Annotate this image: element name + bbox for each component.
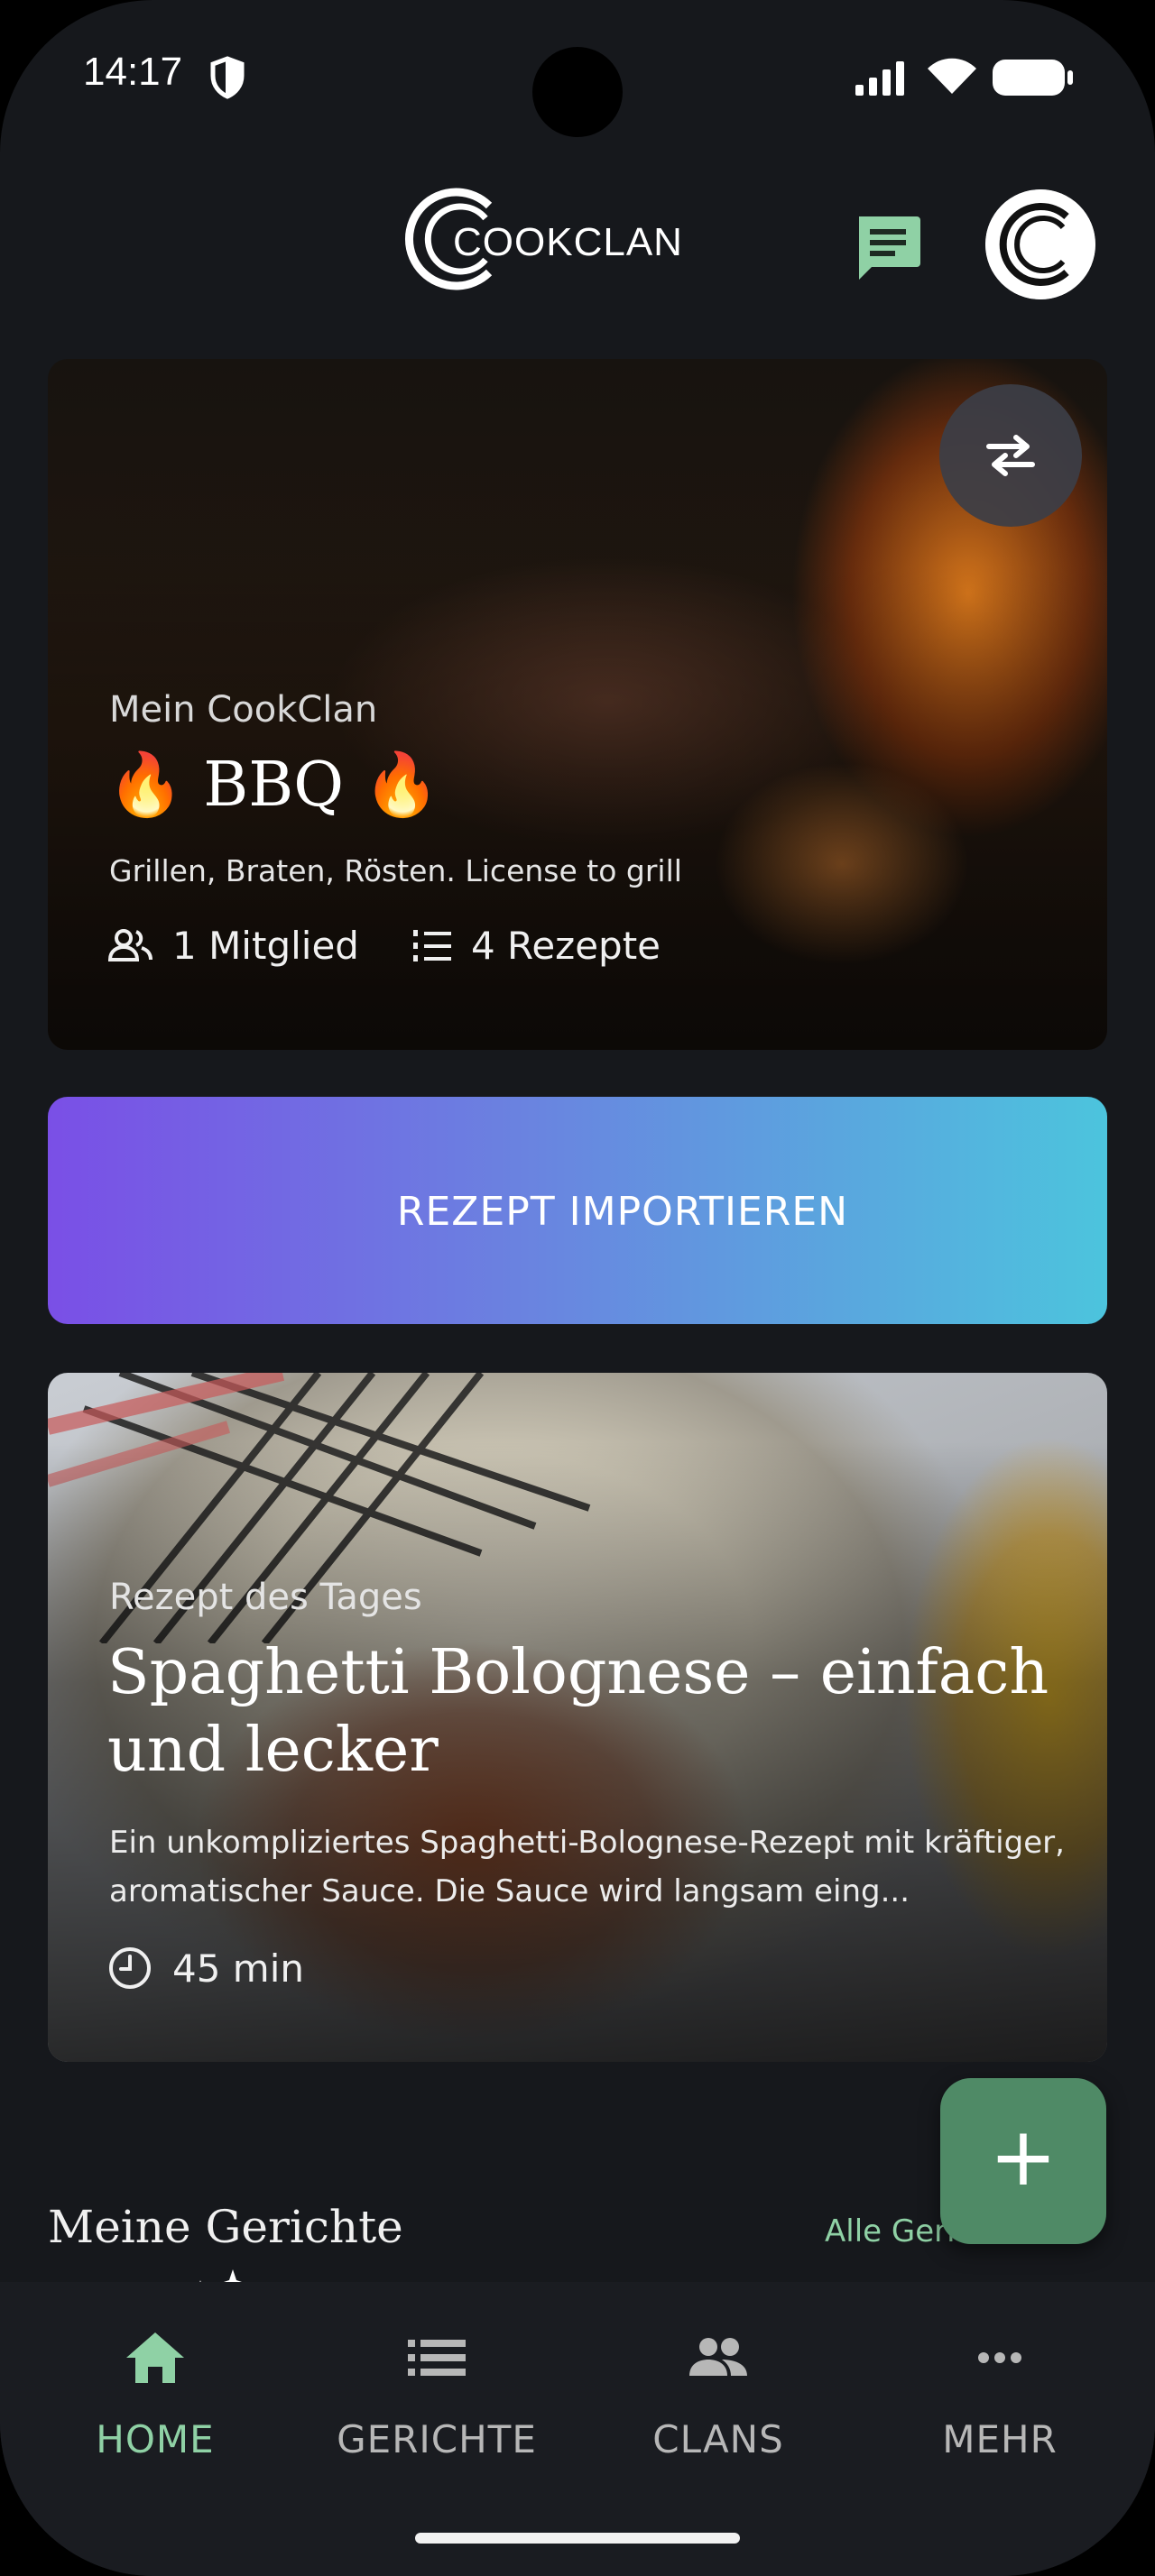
clan-members-label: 1 Mitglied: [172, 923, 359, 968]
switch-clan-button[interactable]: [939, 384, 1082, 527]
add-fab-button[interactable]: +: [940, 2078, 1106, 2244]
nav-label-clans: CLANS: [652, 2417, 784, 2461]
user-avatar[interactable]: [985, 189, 1095, 299]
clan-description: Grillen, Braten, Rösten. License to gril…: [109, 853, 682, 888]
phone-screen: 14:17 COOKCLAN Mein CookClan 🔥 BBQ 🔥 Gri…: [0, 0, 1155, 2576]
nav-label-home: HOME: [96, 2417, 215, 2461]
recipe-title: Spaghetti Bolognese – einfach und lecker: [107, 1637, 1049, 1786]
import-recipe-button[interactable]: REZEPT IMPORTIEREN: [48, 1097, 1107, 2345]
clan-card[interactable]: Mein CookClan 🔥 BBQ 🔥 Grillen, Braten, R…: [48, 359, 1107, 1050]
nav-label-mehr: MEHR: [942, 2417, 1058, 2461]
wifi-icon: [928, 58, 976, 94]
clan-members: 1 Mitglied: [107, 924, 359, 968]
clan-meta: 1 Mitglied 4 Rezepte: [107, 918, 713, 972]
members-icon: [107, 929, 152, 961]
camera-cutout: [532, 47, 623, 137]
nav-item-home[interactable]: HOME: [38, 2329, 273, 2482]
swap-arrows-icon: [986, 435, 1035, 476]
more-horizontal-icon: [978, 2352, 1021, 2363]
brand-name: COOKCLAN: [453, 220, 683, 264]
status-time: 14:17: [83, 50, 183, 94]
signal-icon: [855, 61, 904, 96]
home-indicator[interactable]: [415, 2533, 740, 2544]
clan-overline: Mein CookClan: [109, 689, 378, 731]
section-title: Meine Gerichte: [48, 2201, 403, 2253]
battery-icon: [993, 60, 1073, 96]
recipe-of-day-card[interactable]: Rezept des Tages Spaghetti Bolognese – e…: [48, 1373, 1107, 2062]
numbered-list-icon: [412, 930, 451, 961]
brand-logo[interactable]: COOKCLAN: [401, 180, 682, 298]
status-bar: 14:17: [0, 0, 1155, 162]
shield-icon: [210, 56, 245, 99]
clock-icon: [109, 1947, 151, 1989]
chat-icon[interactable]: [852, 211, 924, 283]
recipe-time: 45 min: [107, 1941, 304, 1995]
recipe-description: Ein unkompliziertes Spaghetti-Bolognese-…: [109, 1825, 1065, 1909]
nav-item-clans[interactable]: CLANS: [601, 2329, 836, 2482]
import-recipe-label: REZEPT IMPORTIEREN: [396, 1189, 849, 1235]
avatar-logo-icon: [985, 189, 1095, 299]
clan-recipes: 4 Rezepte: [411, 924, 661, 968]
list-icon: [408, 2340, 466, 2376]
plus-icon: +: [989, 2110, 1058, 2204]
recipe-overline: Rezept des Tages: [109, 1577, 422, 1618]
people-icon: [689, 2338, 747, 2376]
clan-recipes-label: 4 Rezepte: [470, 923, 661, 968]
nav-item-mehr[interactable]: MEHR: [882, 2329, 1117, 2482]
clan-name: 🔥 BBQ 🔥: [107, 750, 440, 821]
nav-label-gerichte: GERICHTE: [337, 2417, 537, 2461]
home-icon: [126, 2332, 184, 2383]
nav-item-gerichte[interactable]: GERICHTE: [319, 2329, 554, 2482]
recipe-time-label: 45 min: [172, 1946, 304, 1991]
